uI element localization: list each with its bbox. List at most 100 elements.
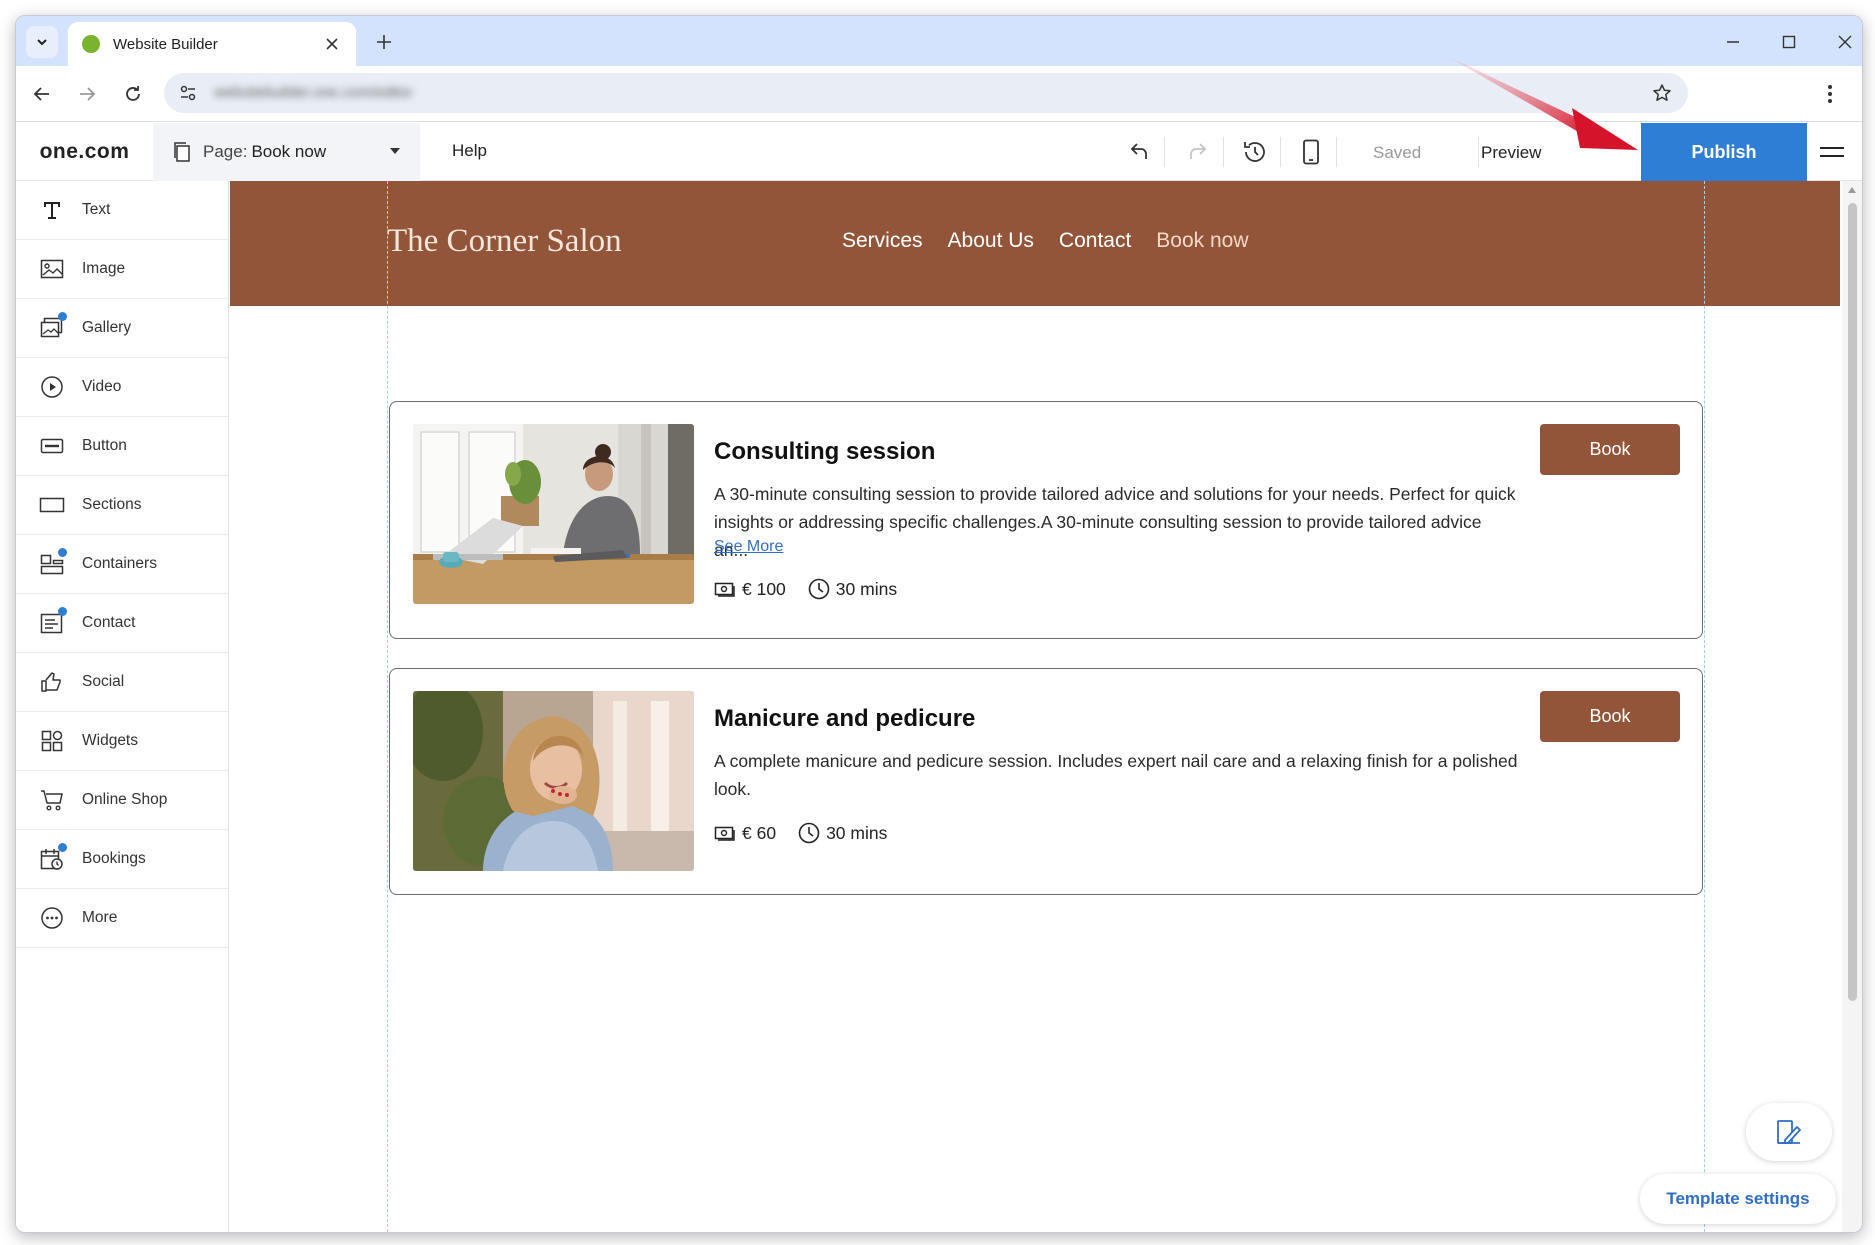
design-edit-icon [1777,1120,1801,1144]
service-card[interactable]: Consulting session A 30-minute consultin… [389,401,1703,639]
close-tab-button[interactable] [322,34,342,54]
sidebar-item-label: Widgets [82,732,138,749]
sidebar-item-label: More [82,909,118,926]
see-more-link[interactable]: See More [714,538,783,556]
site-title[interactable]: The Corner Salon [387,223,622,260]
chevron-down-icon [37,39,47,46]
new-tab-button[interactable] [372,30,396,54]
sidebar-item-label: Containers [82,555,157,572]
maximize-button[interactable] [1776,29,1802,55]
scrollbar-thumb[interactable] [1848,203,1857,1001]
scroll-up-icon[interactable] [1848,187,1856,193]
new-badge-dot [58,548,67,557]
sidebar-item-sections[interactable]: Sections [16,476,228,535]
service-meta: € 60 30 mins [714,822,887,844]
page-label: Page: [203,142,248,161]
page-selector[interactable]: Page: Book now [153,123,420,181]
cart-icon [38,786,66,814]
service-price: € 100 [742,578,786,599]
nav-item-services[interactable]: Services [842,229,923,253]
sidebar-item-containers[interactable]: Containers [16,535,228,594]
sidebar-item-text[interactable]: Text [16,181,228,240]
contact-icon [38,607,67,637]
grid-guide-right [1704,181,1705,1232]
forward-button[interactable] [73,80,101,108]
site-settings-icon[interactable] [176,81,200,105]
undo-icon [1130,143,1147,159]
widgets-icon [38,727,66,755]
sidebar-item-online-shop[interactable]: Online Shop [16,771,228,830]
sidebar-item-image[interactable]: Image [16,240,228,299]
sidebar-item-label: Gallery [82,319,132,336]
tab-title: Website Builder [113,35,218,53]
sidebar-item-more[interactable]: More [16,889,228,948]
undo-button[interactable] [1124,137,1154,167]
favicon-icon [82,35,100,53]
sidebar-item-contact[interactable]: Contact [16,594,228,653]
nav-item-about-us[interactable]: About Us [948,229,1034,253]
one-com-logo[interactable]: one.com [16,123,153,181]
service-image-consulting[interactable] [413,424,694,604]
sidebar-item-bookings[interactable]: Bookings [16,830,228,889]
design-edit-button[interactable] [1746,1103,1832,1161]
nav-item-book-now[interactable]: Book now [1156,229,1248,253]
service-card[interactable]: Manicure and pedicure A complete manicur… [389,668,1703,895]
sidebar-item-social[interactable]: Social [16,653,228,712]
nav-item-contact[interactable]: Contact [1059,229,1131,253]
kebab-icon [1828,85,1832,103]
grid-guide-left [387,181,388,1232]
book-button[interactable]: Book [1540,691,1680,742]
history-button[interactable] [1240,137,1270,167]
page-icon [174,142,190,162]
browser-tab[interactable]: Website Builder [68,22,356,66]
service-description[interactable]: A complete manicure and pedicure session… [714,747,1520,803]
money-icon [714,578,736,600]
browser-window: Website Builder websitebuilder.one.com/e… [15,15,1863,1233]
minimize-icon [1727,41,1739,43]
help-link[interactable]: Help [452,141,487,161]
builder-menu-button[interactable] [1820,141,1844,163]
preview-button[interactable]: Preview [1481,143,1541,163]
sidebar-item-label: Social [82,673,125,690]
sidebar-item-widgets[interactable]: Widgets [16,712,228,771]
site-navigation[interactable]: Services About Us Contact Book now [842,229,1249,253]
publish-button[interactable]: Publish [1641,123,1807,181]
sidebar-item-gallery[interactable]: Gallery [16,299,228,358]
editor-canvas[interactable]: The Corner Salon Services About Us Conta… [230,181,1840,1232]
service-image-manicure[interactable] [413,691,694,871]
service-description[interactable]: A 30-minute consulting session to provid… [714,480,1520,564]
calendar-clock-icon [38,843,67,873]
reload-button[interactable] [119,80,147,108]
service-title[interactable]: Consulting session [714,438,935,466]
sections-icon [38,491,66,519]
new-badge-dot [58,312,67,321]
redo-button[interactable] [1183,137,1213,167]
service-duration: 30 mins [835,578,898,599]
service-title[interactable]: Manicure and pedicure [714,705,975,733]
site-header[interactable]: The Corner Salon Services About Us Conta… [230,181,1840,306]
button-icon [38,432,66,460]
sidebar-item-label: Bookings [82,850,146,867]
back-button[interactable] [28,80,56,108]
browser-toolbar: websitebuilder.one.com/editor [16,66,1862,122]
bookmark-star-icon[interactable] [1650,81,1674,105]
mobile-icon [1303,139,1319,165]
minimize-button[interactable] [1720,29,1746,55]
browser-menu-button[interactable] [1818,80,1842,108]
canvas-scrollbar[interactable] [1842,181,1862,1232]
url-text: websitebuilder.one.com/editor [214,84,413,101]
arrow-left-icon [33,87,49,101]
template-settings-button[interactable]: Template settings [1640,1174,1836,1224]
builder-topbar: one.com Page: Book now Help Saved Previe… [16,123,1862,181]
close-window-button[interactable] [1832,29,1858,55]
toolbar-divider [1280,137,1281,167]
sidebar-item-button[interactable]: Button [16,417,228,476]
toolbar-divider [1336,137,1337,167]
saved-status: Saved [1373,143,1422,162]
book-button[interactable]: Book [1540,424,1680,475]
sidebar-item-label: Image [82,260,126,277]
mobile-view-button[interactable] [1296,137,1326,167]
address-bar[interactable]: websitebuilder.one.com/editor [164,73,1688,113]
sidebar-item-video[interactable]: Video [16,358,228,417]
tab-search-button[interactable] [26,26,58,58]
